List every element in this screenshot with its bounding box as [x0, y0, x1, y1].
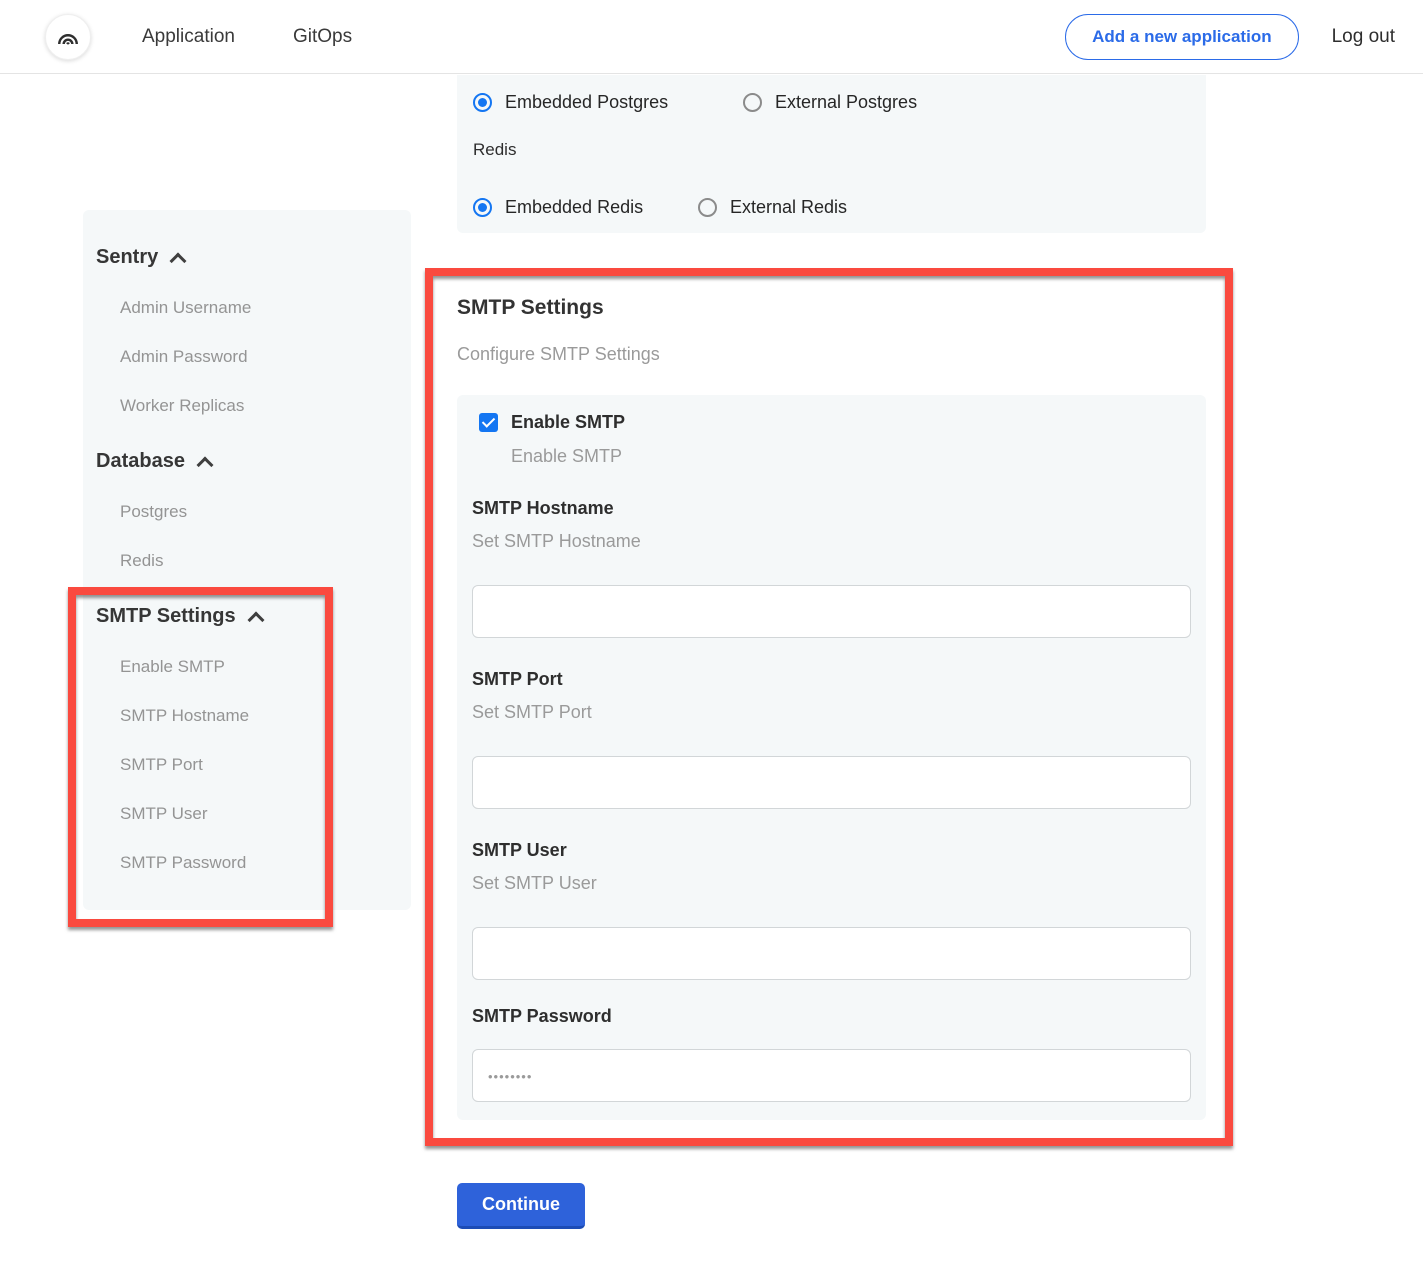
sidebar-item-smtp-user[interactable]: SMTP User — [120, 804, 411, 824]
sidebar-item-postgres[interactable]: Postgres — [120, 502, 411, 522]
smtp-port-label: SMTP Port — [472, 669, 1191, 690]
sidebar-item-enable-smtp[interactable]: Enable SMTP — [120, 657, 411, 677]
smtp-password-input[interactable] — [472, 1049, 1191, 1102]
smtp-settings-subtitle: Configure SMTP Settings — [457, 344, 660, 365]
sidebar-group-sentry[interactable]: Sentry — [96, 246, 411, 269]
sidebar-group-smtp-settings[interactable]: SMTP Settings — [96, 605, 411, 628]
smtp-port-field: SMTP Port Set SMTP Port — [472, 669, 1191, 809]
chevron-up-icon — [196, 457, 213, 474]
radio-label: Embedded Redis — [505, 197, 643, 218]
smtp-password-field: SMTP Password — [472, 1006, 1191, 1102]
radio-label: Embedded Postgres — [505, 92, 668, 113]
smtp-user-help: Set SMTP User — [472, 873, 1191, 894]
sidebar-group-database[interactable]: Database — [96, 450, 411, 473]
sidebar-item-admin-password[interactable]: Admin Password — [120, 347, 411, 367]
top-navbar: Application GitOps Add a new application… — [0, 0, 1423, 74]
smtp-user-input[interactable] — [472, 927, 1191, 980]
chevron-up-icon — [170, 253, 187, 270]
postgres-radio-row: Embedded Postgres External Postgres — [473, 92, 1190, 113]
radio-embedded-postgres[interactable]: Embedded Postgres — [473, 92, 743, 113]
smtp-config-card: Enable SMTP Enable SMTP SMTP Hostname Se… — [457, 395, 1206, 1120]
radio-selected-icon[interactable] — [473, 198, 492, 217]
radio-selected-icon[interactable] — [473, 93, 492, 112]
enable-smtp-help: Enable SMTP — [511, 446, 1191, 467]
sidebar-item-smtp-password[interactable]: SMTP Password — [120, 853, 411, 873]
database-config-card: Embedded Postgres External Postgres Redi… — [457, 75, 1206, 233]
radio-embedded-redis[interactable]: Embedded Redis — [473, 197, 698, 218]
smtp-port-input[interactable] — [472, 756, 1191, 809]
sidebar-group-title: Database — [96, 450, 185, 473]
smtp-hostname-help: Set SMTP Hostname — [472, 531, 1191, 552]
sidebar-group-title: Sentry — [96, 246, 158, 269]
redis-radio-row: Embedded Redis External Redis — [473, 197, 1190, 218]
config-sidebar: Sentry Admin Username Admin Password Wor… — [83, 210, 411, 910]
smtp-hostname-label: SMTP Hostname — [472, 498, 1191, 519]
smtp-port-help: Set SMTP Port — [472, 702, 1191, 723]
redis-group-label: Redis — [473, 140, 1190, 160]
radio-label: External Redis — [730, 197, 847, 218]
chevron-up-icon — [247, 612, 264, 629]
radio-unselected-icon[interactable] — [698, 198, 717, 217]
sidebar-item-smtp-hostname[interactable]: SMTP Hostname — [120, 706, 411, 726]
smtp-hostname-field: SMTP Hostname Set SMTP Hostname — [472, 498, 1191, 638]
smtp-hostname-input[interactable] — [472, 585, 1191, 638]
smtp-password-label: SMTP Password — [472, 1006, 1191, 1027]
radio-label: External Postgres — [775, 92, 917, 113]
smtp-user-label: SMTP User — [472, 840, 1191, 861]
sidebar-item-worker-replicas[interactable]: Worker Replicas — [120, 396, 411, 416]
radio-unselected-icon[interactable] — [743, 93, 762, 112]
sidebar-item-smtp-port[interactable]: SMTP Port — [120, 755, 411, 775]
sentry-logo-icon — [54, 23, 82, 51]
sidebar-item-redis[interactable]: Redis — [120, 551, 411, 571]
nav-link-gitops[interactable]: GitOps — [293, 26, 352, 48]
radio-external-postgres[interactable]: External Postgres — [743, 92, 917, 113]
enable-smtp-row: Enable SMTP — [479, 412, 1191, 433]
enable-smtp-label: Enable SMTP — [511, 412, 625, 433]
sidebar-item-admin-username[interactable]: Admin Username — [120, 298, 411, 318]
app-logo[interactable] — [45, 14, 91, 60]
smtp-user-field: SMTP User Set SMTP User — [472, 840, 1191, 980]
add-new-application-button[interactable]: Add a new application — [1065, 14, 1298, 60]
logout-link[interactable]: Log out — [1332, 26, 1395, 48]
sidebar-group-title: SMTP Settings — [96, 605, 236, 628]
radio-external-redis[interactable]: External Redis — [698, 197, 847, 218]
nav-link-application[interactable]: Application — [142, 26, 235, 48]
smtp-settings-title: SMTP Settings — [457, 296, 604, 320]
continue-button[interactable]: Continue — [457, 1183, 585, 1229]
enable-smtp-checkbox[interactable] — [479, 413, 498, 432]
